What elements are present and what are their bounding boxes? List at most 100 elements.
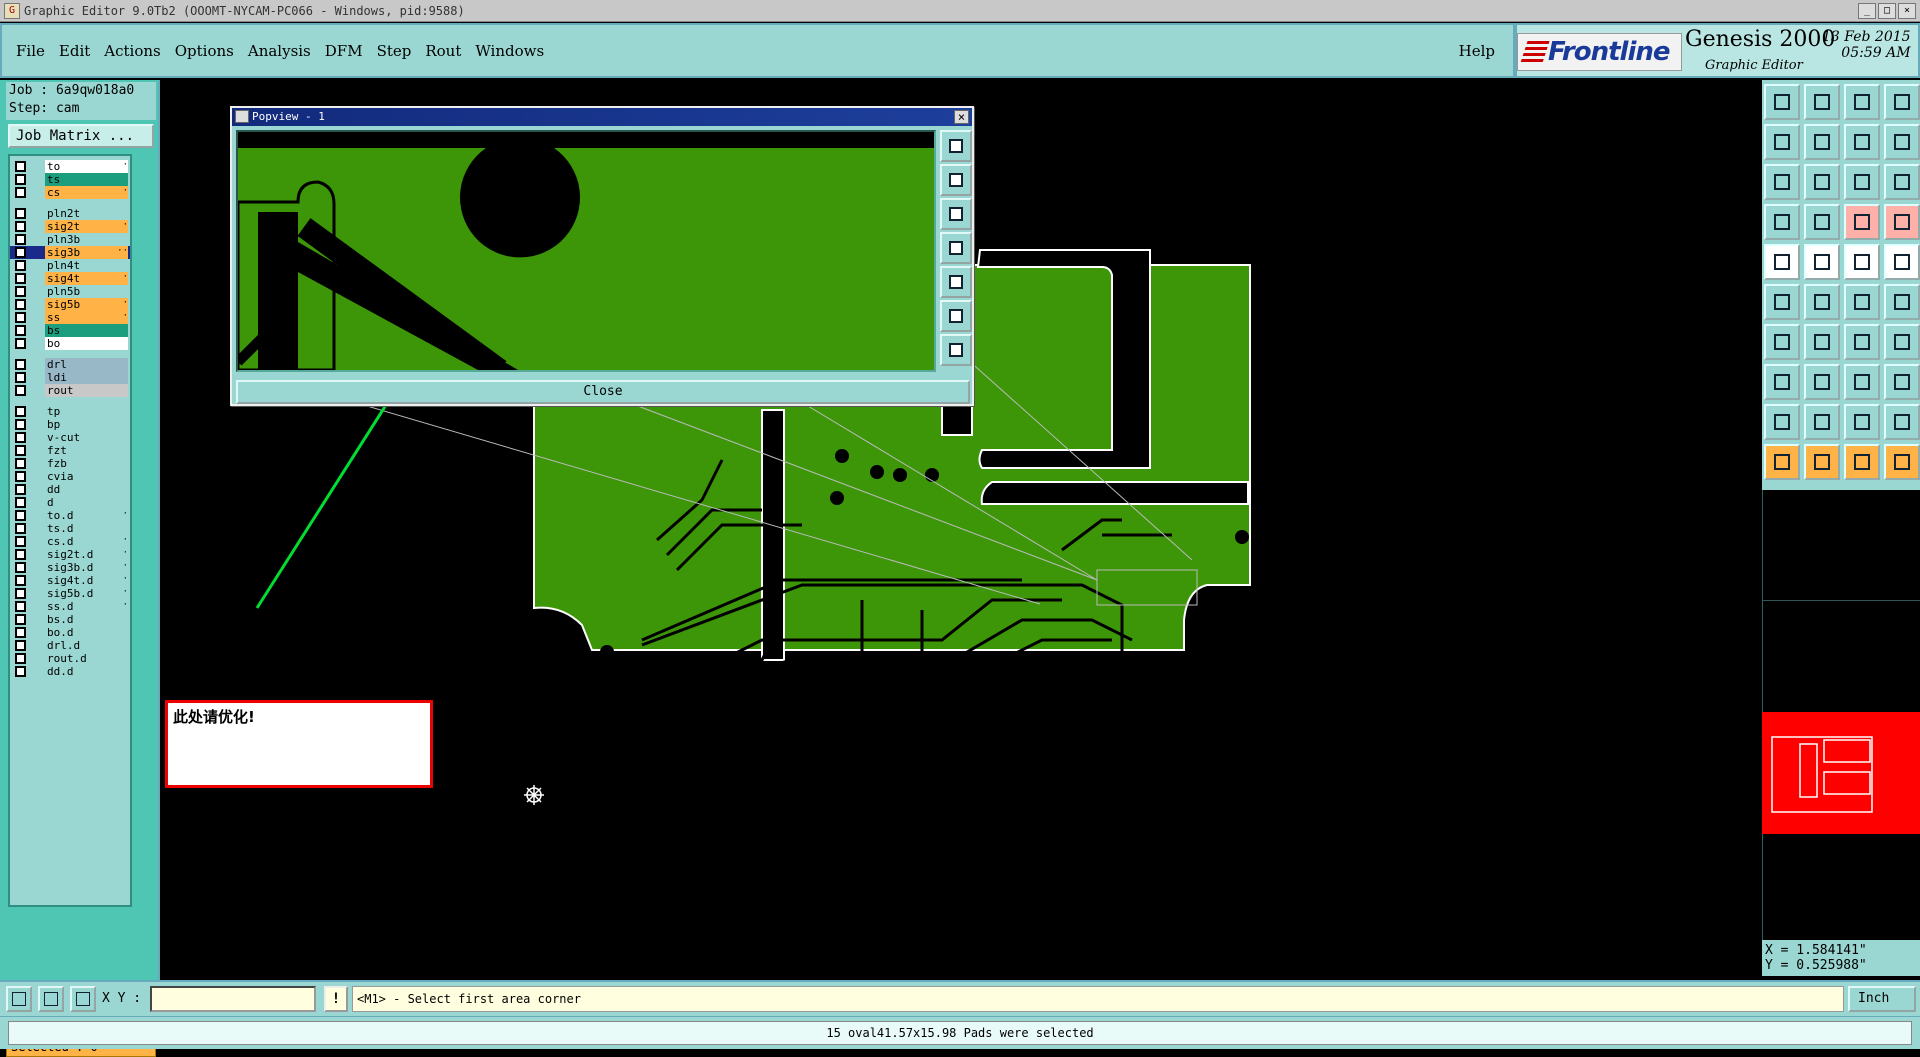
layer-row[interactable]: ss.d · [10,600,130,613]
layer-checkbox[interactable] [15,588,26,599]
layer-row[interactable]: v-cut [10,431,130,444]
layer-row[interactable]: sig4t.d · [10,574,130,587]
layer-down-icon[interactable] [1884,204,1920,240]
step-thumbnail[interactable] [1762,712,1920,834]
menu-step[interactable]: Step [377,42,412,60]
popview-zoom-home-button[interactable] [940,130,972,162]
layer-checkbox[interactable] [15,208,26,219]
menu-actions[interactable]: Actions [104,42,160,60]
layer-row[interactable]: ss · [10,311,130,324]
layer-row[interactable]: d [10,496,130,509]
popview-image[interactable] [234,130,936,379]
layer-row[interactable]: fzt [10,444,130,457]
layer-checkbox[interactable] [15,359,26,370]
line-icon[interactable] [1804,244,1840,280]
layer-row[interactable]: sig5b.d · [10,587,130,600]
layer-checkbox[interactable] [15,640,26,651]
layer-row[interactable]: bp [10,418,130,431]
zoom-fit-icon[interactable] [1884,124,1920,160]
menu-help[interactable]: Help [1459,42,1495,60]
popview-zoom-in-button[interactable] [940,164,972,196]
xy-input[interactable] [150,986,316,1012]
layer-checkbox[interactable] [15,562,26,573]
layer-checkbox[interactable] [15,653,26,664]
unit-select[interactable]: Inch [1848,986,1916,1012]
layer-row[interactable]: to.d · [10,509,130,522]
layer-row[interactable]: fzb [10,457,130,470]
home-icon[interactable] [1844,84,1880,120]
layer-row[interactable]: bo [10,337,130,350]
layer-row[interactable]: sig5b · [10,298,130,311]
exclamation-button[interactable]: ! [324,986,348,1012]
group-icon[interactable] [1884,364,1920,400]
layer-row[interactable]: drl.d [10,639,130,652]
layer-row[interactable]: cs.d · [10,535,130,548]
layer-checkbox[interactable] [15,312,26,323]
help-query-icon[interactable] [1884,164,1920,200]
layer-row[interactable]: ldi [10,371,130,384]
popview-center-button[interactable] [940,334,972,366]
layer-row[interactable]: dd [10,483,130,496]
layer-row[interactable]: sig3b ·· [10,246,130,259]
layer-checkbox[interactable] [15,601,26,612]
layer-row[interactable]: sig4t · [10,272,130,285]
layer-row[interactable]: to · [10,160,130,173]
triangle-b-icon[interactable] [1804,404,1840,440]
layer-checkbox[interactable] [15,221,26,232]
layer-checkbox[interactable] [15,247,26,258]
zoom-back-icon[interactable] [1844,124,1880,160]
layer-checkbox[interactable] [15,338,26,349]
popview-pan-left-button[interactable] [940,232,972,264]
layer-row[interactable]: ts [10,173,130,186]
triangle-d-icon[interactable] [1884,404,1920,440]
popview-close-button[interactable]: Close [236,380,970,404]
edit-line-icon[interactable] [1804,324,1840,360]
save-icon[interactable] [1804,84,1840,120]
menu-file[interactable]: File [16,42,45,60]
menu-options[interactable]: Options [175,42,234,60]
fit-board-icon[interactable] [1764,164,1800,200]
layer-checkbox[interactable] [15,497,26,508]
close-window-icon[interactable]: × [1898,2,1916,19]
minimize-icon[interactable]: _ [1858,2,1876,19]
layer-row[interactable]: drl [10,358,130,371]
popview-zoom-out-button[interactable] [940,198,972,230]
layer-checkbox[interactable] [15,406,26,417]
layer-up-icon[interactable] [1844,204,1880,240]
open-icon[interactable] [1764,84,1800,120]
circle-icon[interactable] [1884,244,1920,280]
popview-close-icon[interactable]: × [954,110,969,124]
layer-checkbox[interactable] [15,286,26,297]
scale-1-2-icon[interactable] [1844,164,1880,200]
layer-row[interactable]: pln4t [10,259,130,272]
layer-checkbox[interactable] [15,419,26,430]
arc-icon[interactable] [1844,324,1880,360]
pointer-select-icon[interactable] [1804,444,1840,480]
layer-row[interactable]: sig3b.d · [10,561,130,574]
layer-checkbox[interactable] [15,471,26,482]
measure-mode-button[interactable] [38,986,64,1012]
layer-row[interactable]: bo.d [10,626,130,639]
snap-icon[interactable] [1764,204,1800,240]
layer-checkbox[interactable] [15,234,26,245]
copy-icon[interactable] [1884,284,1920,320]
layer-row[interactable]: rout [10,384,130,397]
pointer-move-icon[interactable] [1844,444,1880,480]
window-icon[interactable] [1884,84,1920,120]
layer-checkbox[interactable] [15,260,26,271]
layer-row[interactable]: bs.d [10,613,130,626]
pointer-route-icon[interactable] [1884,444,1920,480]
layer-checkbox[interactable] [15,523,26,534]
connect-icon[interactable] [1764,284,1800,320]
menu-windows[interactable]: Windows [475,42,544,60]
layer-checkbox[interactable] [15,484,26,495]
layer-checkbox[interactable] [15,536,26,547]
zoom-right-icon[interactable] [1804,124,1840,160]
job-matrix-button[interactable]: Job Matrix ... [8,124,154,148]
layer-checkbox[interactable] [15,372,26,383]
maximize-icon[interactable]: □ [1878,2,1896,19]
layer-checkbox[interactable] [15,458,26,469]
measure-icon[interactable] [1804,364,1840,400]
layer-row[interactable]: bs [10,324,130,337]
layer-checkbox[interactable] [15,510,26,521]
